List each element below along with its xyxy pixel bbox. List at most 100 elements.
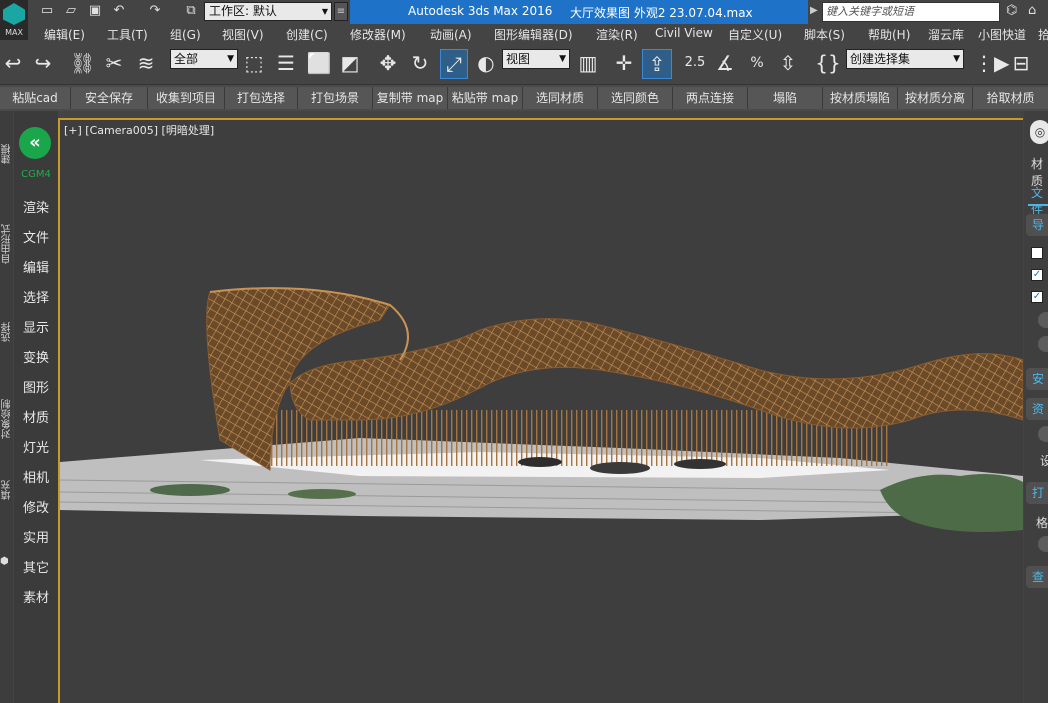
tab-file[interactable]: 文件 <box>1031 184 1048 218</box>
menu-graph-editors[interactable]: 图形编辑器(D) <box>494 26 573 43</box>
pack-selection-button[interactable]: 打包选择 <box>225 87 298 109</box>
bind-space-warp-icon[interactable]: ≋ <box>134 49 158 77</box>
search-expand-icon[interactable]: ▶ <box>810 5 818 16</box>
cg-item-assets[interactable]: 素材 <box>14 587 58 606</box>
materials-tool-icon[interactable]: ◎ <box>1030 120 1048 144</box>
menu-more[interactable]: 拾 <box>1038 26 1048 43</box>
cg-item-display[interactable]: 显示 <box>14 317 58 336</box>
menu-civil-view[interactable]: Civil View <box>655 26 713 40</box>
detach-by-material-button[interactable]: 按材质分离 <box>898 87 973 109</box>
camera-viewport[interactable] <box>58 118 1023 703</box>
select-same-material-button[interactable]: 选同材质 <box>523 87 598 109</box>
pivot-center-icon[interactable]: ▥ <box>576 49 600 77</box>
workspace-dropdown[interactable]: 工作区: 默认 ▼ <box>204 2 332 21</box>
search-input[interactable]: 键入关键字或短语 <box>822 2 1000 22</box>
select-same-color-button[interactable]: 选同颜色 <box>598 87 673 109</box>
rectangular-selection-icon[interactable]: ⬜ <box>306 49 332 77</box>
checkbox-checked[interactable]: ✓ <box>1031 291 1043 303</box>
ribbon-tab-selection[interactable]: 选择 <box>0 312 13 342</box>
ribbon-tab-populate[interactable]: 填充 <box>0 470 13 500</box>
cg-item-render[interactable]: 渲染 <box>14 197 58 216</box>
place-icon[interactable]: ◐ <box>474 49 498 77</box>
rollout-import[interactable]: 导 <box>1026 214 1048 236</box>
ribbon-toggle-icon[interactable]: ⬢ <box>0 556 12 568</box>
cg-item-shapes[interactable]: 图形 <box>14 377 58 396</box>
rollout-search[interactable]: 查 <box>1026 566 1048 588</box>
pick-material-button[interactable]: 拾取材质 <box>973 87 1048 109</box>
paste-cad-button[interactable]: 粘贴cad <box>0 87 71 109</box>
edit-named-selection-icon[interactable]: {} <box>814 49 842 77</box>
account-icon[interactable]: ⌂ <box>1028 3 1036 18</box>
menu-scripting[interactable]: 脚本(S) <box>804 26 845 43</box>
align-icon[interactable]: ⊟ <box>1008 49 1034 77</box>
menu-customize[interactable]: 自定义(U) <box>728 26 782 43</box>
cgm-logo-icon[interactable]: « <box>19 127 51 159</box>
unlink-icon[interactable]: ✂ <box>102 49 126 77</box>
menu-liuyunku[interactable]: 溜云库 <box>928 26 964 43</box>
rollout-pack[interactable]: 打 <box>1026 482 1048 504</box>
menu-modifiers[interactable]: 修改器(M) <box>350 26 406 43</box>
reference-coordinate-dropdown[interactable]: 视图 ▼ <box>502 49 570 69</box>
scale-icon[interactable]: ⤢ <box>440 49 468 79</box>
ribbon-tab-modeling[interactable]: 建模 <box>0 136 13 164</box>
paste-with-map-button[interactable]: 粘贴带 map <box>448 87 523 109</box>
select-manipulate-icon[interactable]: ✛ <box>612 49 636 77</box>
menu-help[interactable]: 帮助(H) <box>868 26 910 43</box>
menu-animation[interactable]: 动画(A) <box>430 26 472 43</box>
cg-item-edit[interactable]: 编辑 <box>14 257 58 276</box>
checkbox-unchecked[interactable] <box>1031 247 1043 259</box>
spinner-snap-icon[interactable]: ⇳ <box>776 49 800 77</box>
cg-item-camera[interactable]: 相机 <box>14 467 58 486</box>
undo-icon[interactable]: ↶ <box>110 3 128 19</box>
percent-snap-icon[interactable]: % <box>744 49 770 77</box>
menu-views[interactable]: 视图(V) <box>222 26 264 43</box>
binoculars-icon[interactable]: ⌬ <box>1006 3 1017 18</box>
panel-button[interactable] <box>1038 426 1048 442</box>
save-file-icon[interactable]: ▣ <box>86 3 104 19</box>
mirror-icon[interactable]: ⋮▶ <box>974 49 1009 77</box>
redo-icon[interactable]: ↷ <box>146 3 164 19</box>
pack-scene-button[interactable]: 打包场景 <box>298 87 373 109</box>
select-object-icon[interactable]: ⬚ <box>242 49 266 77</box>
viewport-label[interactable]: [+] [Camera005] [明暗处理] <box>64 122 214 138</box>
copy-with-map-button[interactable]: 复制带 map <box>373 87 448 109</box>
panel-button[interactable] <box>1038 336 1048 352</box>
cg-item-material[interactable]: 材质 <box>14 407 58 426</box>
redo-icon[interactable]: ↪ <box>32 49 54 77</box>
rollout-safe[interactable]: 安 <box>1026 368 1048 390</box>
menu-group[interactable]: 组(G) <box>170 26 201 43</box>
menu-edit[interactable]: 编辑(E) <box>44 26 85 43</box>
collect-to-project-button[interactable]: 收集到项目 <box>148 87 225 109</box>
cg-item-other[interactable]: 其它 <box>14 557 58 576</box>
collapse-button[interactable]: 塌陷 <box>748 87 823 109</box>
workspace-menu-button[interactable]: ≡ <box>334 2 348 21</box>
cg-item-modify[interactable]: 修改 <box>14 497 58 516</box>
cg-item-lights[interactable]: 灯光 <box>14 437 58 456</box>
project-folder-icon[interactable]: ⧉ <box>182 3 200 19</box>
move-icon[interactable]: ✥ <box>376 49 400 77</box>
select-by-name-icon[interactable]: ☰ <box>274 49 298 77</box>
ribbon-tab-freeform[interactable]: 自由形式 <box>0 210 13 264</box>
collapse-by-material-button[interactable]: 按材质塌陷 <box>823 87 898 109</box>
new-file-icon[interactable]: ▭ <box>38 3 56 19</box>
cg-item-transform[interactable]: 变换 <box>14 347 58 366</box>
cg-item-file[interactable]: 文件 <box>14 227 58 246</box>
menu-create[interactable]: 创建(C) <box>286 26 328 43</box>
two-point-connect-button[interactable]: 两点连接 <box>673 87 748 109</box>
safe-save-button[interactable]: 安全保存 <box>71 87 148 109</box>
cg-item-utilities[interactable]: 实用 <box>14 527 58 546</box>
angle-snap-icon[interactable]: ∡ <box>712 49 738 77</box>
undo-icon[interactable]: ↩ <box>2 49 24 77</box>
ribbon-tab-object-paint[interactable]: 对象绘制 <box>0 385 13 439</box>
rollout-resources[interactable]: 资 <box>1026 398 1048 420</box>
checkbox-checked[interactable]: ✓ <box>1031 269 1043 281</box>
window-crossing-icon[interactable]: ◩ <box>338 49 362 77</box>
cg-item-select[interactable]: 选择 <box>14 287 58 306</box>
app-logo-button[interactable]: MAX <box>0 0 28 40</box>
menu-tools[interactable]: 工具(T) <box>107 26 148 43</box>
panel-button[interactable] <box>1038 312 1048 328</box>
keyboard-shortcut-override-icon[interactable]: ⇪ <box>642 49 672 79</box>
link-icon[interactable]: ⛓ <box>70 49 95 77</box>
rotate-icon[interactable]: ↻ <box>408 49 432 77</box>
open-file-icon[interactable]: ▱ <box>62 3 80 19</box>
